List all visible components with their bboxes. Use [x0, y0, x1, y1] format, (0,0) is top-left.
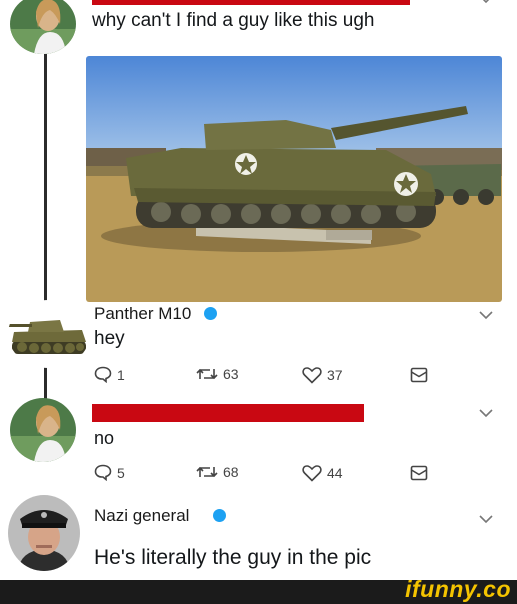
avatar-photo-icon: [10, 398, 76, 462]
like-count: 37: [327, 367, 343, 383]
watermark-logo: ifunny.co: [405, 576, 511, 602]
tweet-text: hey: [94, 328, 125, 349]
general-avatar-icon: [8, 495, 80, 571]
verified-badge-icon: [204, 307, 217, 320]
message-button[interactable]: [410, 464, 428, 482]
redacted-name-bar-top: [92, 0, 410, 5]
thread-line: [44, 365, 47, 400]
message-button[interactable]: [410, 366, 428, 384]
tweet-image[interactable]: [86, 56, 502, 302]
retweet-count: 68: [223, 464, 239, 480]
heart-icon: [302, 465, 322, 482]
redacted-name-bar: [92, 404, 364, 422]
retweet-count: 63: [223, 366, 239, 382]
mail-icon: [410, 367, 428, 383]
display-name[interactable]: Nazi general: [94, 506, 189, 526]
avatar[interactable]: [10, 398, 76, 462]
retweet-icon: [196, 368, 218, 380]
tweet-text: no: [94, 428, 115, 448]
reply-icon: [94, 366, 112, 383]
chevron-down-icon[interactable]: [478, 0, 494, 4]
reply-button[interactable]: 1: [94, 366, 125, 383]
heart-icon: [302, 367, 322, 384]
retweet-icon: [196, 466, 218, 478]
avatar-photo-icon: [10, 0, 76, 54]
avatar[interactable]: [10, 0, 76, 54]
avatar[interactable]: [8, 300, 90, 368]
reply-count: 1: [117, 366, 125, 383]
display-name[interactable]: Panther M10: [94, 304, 191, 324]
tweet-text: He's literally the guy in the pic: [94, 546, 372, 569]
reply-count: 5: [117, 464, 125, 481]
chevron-down-icon[interactable]: [478, 408, 494, 418]
reply-button[interactable]: 5: [94, 464, 125, 481]
mail-icon: [410, 465, 428, 481]
retweet-button[interactable]: 68: [196, 464, 239, 480]
chevron-down-icon[interactable]: [478, 310, 494, 320]
chevron-down-icon[interactable]: [478, 514, 494, 524]
like-button[interactable]: 44: [302, 464, 343, 482]
tank-photo-icon: [86, 56, 502, 302]
reply-icon: [94, 464, 112, 481]
avatar[interactable]: [8, 495, 80, 571]
like-count: 44: [327, 465, 343, 481]
tank-avatar-icon: [8, 300, 90, 368]
thread-line: [44, 50, 47, 310]
retweet-button[interactable]: 63: [196, 366, 239, 382]
watermark-bar: ifunny.co: [0, 576, 517, 604]
verified-badge-icon: [213, 509, 226, 522]
like-button[interactable]: 37: [302, 366, 343, 384]
tweet-text: why can't I find a guy like this ugh: [92, 10, 375, 31]
